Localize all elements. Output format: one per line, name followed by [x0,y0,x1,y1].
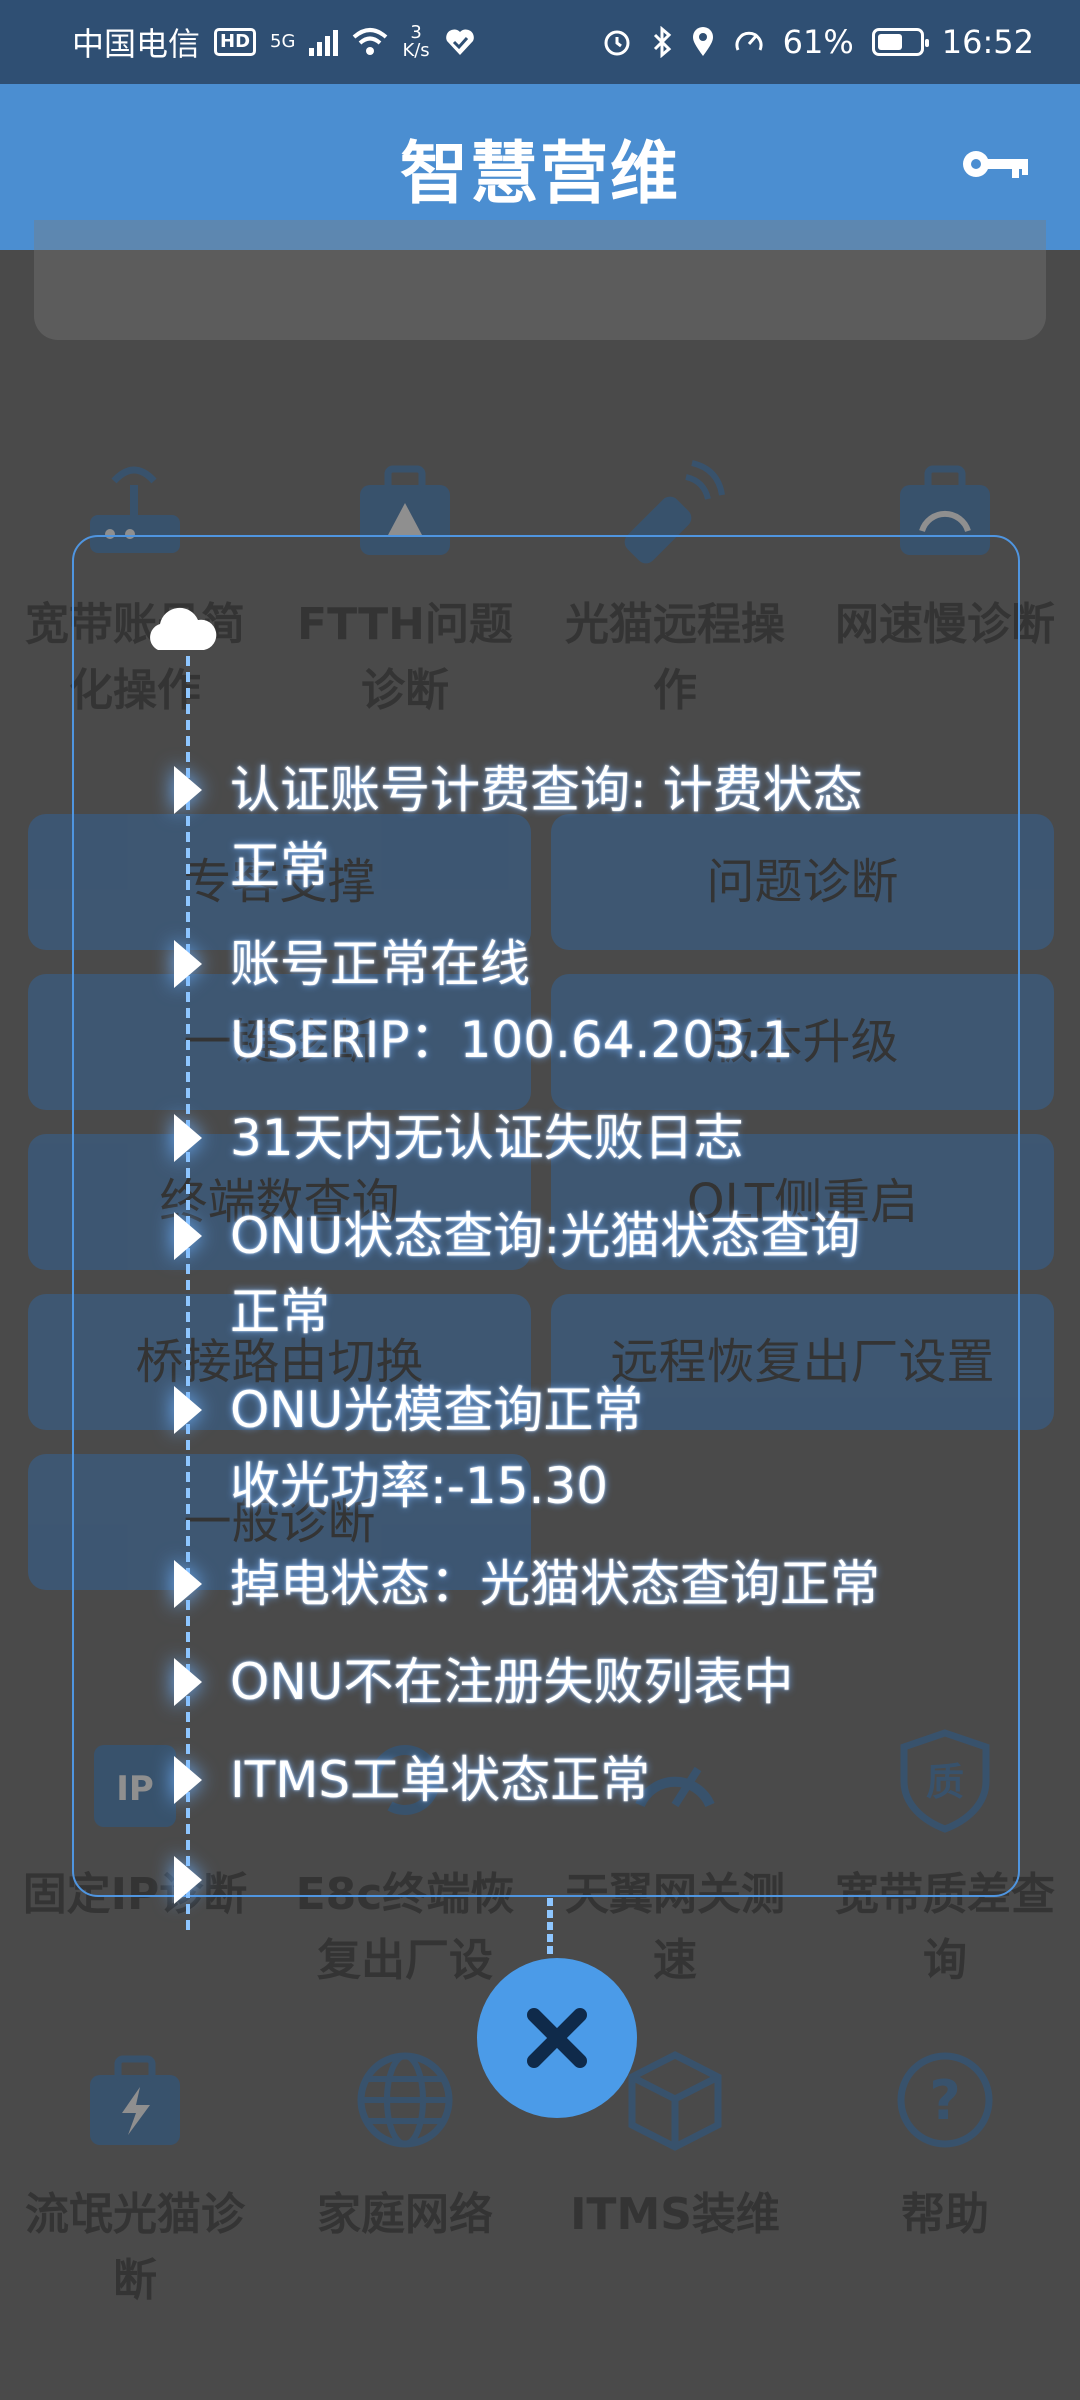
status-bar: 中国电信 HD 5G 3 K/s 61% 16:52 [0,0,1080,84]
step-item: 账号正常在线 USERIP：100.64.203.1 [170,926,970,1078]
feature-label: ITMS装维 [570,2189,780,2240]
help-icon: ? [897,2052,993,2148]
feature-label: 流氓光猫诊断 [25,2189,245,2306]
step-text: ONU光模查询正常 [230,1381,644,1439]
data-saver-icon [735,31,763,51]
net-speed-unit: K/s [402,40,430,61]
play-arrow-icon [174,1212,202,1260]
step-text: ITMS工单状态正常 [230,1751,651,1809]
close-icon [527,2008,587,2068]
step-detail: 正常 [230,1283,330,1341]
play-arrow-icon [174,1386,202,1434]
step-item: ITMS工单状态正常 [170,1742,970,1818]
bluetooth-icon [653,26,671,58]
hd-badge: HD [214,28,257,56]
wifi-icon [353,28,388,55]
play-arrow-icon [174,1856,202,1904]
dialog-connector [547,1898,553,1958]
location-icon [692,27,713,56]
feature-item[interactable]: ? 帮助 [810,2040,1080,2314]
box-icon [628,2051,722,2151]
step-item: 认证账号计费查询: 计费状态 正常 [170,752,970,904]
step-detail: USERIP：100.64.203.1 [230,1011,794,1069]
toolbox-bolt-icon [90,2055,180,2145]
clock: 16:52 [941,23,1034,61]
banner-card [34,220,1046,340]
cloud-icon [150,607,217,650]
step-detail: 收光功率:-15.30 [230,1457,609,1515]
network-type: 5G [270,31,296,52]
step-item: 31天内无认证失败日志 [170,1100,970,1176]
feature-item[interactable]: 流氓光猫诊断 [0,2040,270,2314]
step-text: 31天内无认证失败日志 [230,1109,744,1167]
step-text: ONU状态查询:光猫状态查询 [230,1207,861,1265]
step-text: 认证账号计费查询: 计费状态 [230,761,863,819]
play-arrow-icon [174,1560,202,1608]
step-detail: 正常 [230,837,330,895]
step-text: ONU不在注册失败列表中 [230,1653,794,1711]
play-arrow-icon [174,1658,202,1706]
heart-check-icon [445,29,474,55]
signal-icon [309,28,339,56]
step-text: 掉电状态：光猫状态查询正常 [230,1555,880,1613]
play-arrow-icon [174,1756,202,1804]
play-arrow-icon [174,940,202,988]
alarm-icon [604,30,630,56]
step-item: ONU状态查询:光猫状态查询 正常 [170,1198,970,1350]
step-item: ONU不在注册失败列表中 [170,1644,970,1720]
key-icon[interactable] [960,144,1030,184]
carrier-name: 中国电信 [72,25,201,63]
globe-icon [357,2052,453,2148]
diagnosis-steps: 认证账号计费查询: 计费状态 正常 账号正常在线 USERIP：100.64.2… [170,752,970,1840]
step-text: 账号正常在线 [230,935,530,993]
page-title: 智慧营维 [399,134,680,214]
close-button[interactable] [477,1958,637,2118]
battery-percent: 61% [782,23,854,61]
svg-text:?: ? [929,2069,960,2132]
play-arrow-icon [174,1114,202,1162]
step-item: ONU光模查询正常 收光功率:-15.30 [170,1372,970,1524]
step-item: 掉电状态：光猫状态查询正常 [170,1546,970,1622]
battery-icon [871,28,929,56]
feature-label: 帮助 [901,2189,989,2240]
feature-label: 家庭网络 [317,2189,493,2240]
play-arrow-icon [174,766,202,814]
